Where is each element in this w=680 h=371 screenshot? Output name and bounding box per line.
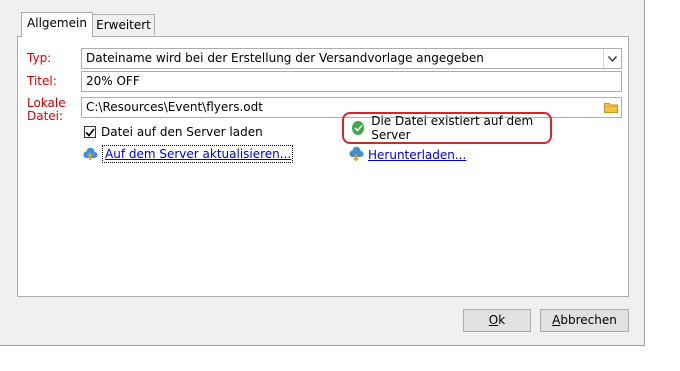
server-status-indicator: Die Datei existiert auf dem Server [342,112,552,144]
properties-dialog: Allgemein Erweitert Typ: Dateiname wird … [0,0,645,346]
tab-allgemein[interactable]: Allgemein [21,12,93,37]
type-select-value: Dateiname wird bei der Erstellung der Ve… [86,51,484,65]
cloud-upload-icon [82,146,98,162]
title-input[interactable]: 20% OFF [81,71,622,92]
checkbox-label: Datei auf den Server laden [101,125,263,139]
title-label: Titel: [27,74,57,88]
local-file-value: C:\Resources\Event\flyers.odt [86,100,263,114]
tab-erweitert[interactable]: Erweitert [92,14,155,35]
update-on-server-link[interactable]: Auf dem Server aktualisieren... [82,145,294,163]
checkbox-box[interactable] [84,126,96,138]
type-label: Typ: [27,51,52,65]
update-on-server-link-text[interactable]: Auf dem Server aktualisieren... [102,145,294,163]
check-circle-icon [352,121,365,135]
download-link-text[interactable]: Herunterladen... [368,148,466,162]
download-link[interactable]: Herunterladen... [348,147,466,163]
folder-icon[interactable] [600,98,621,117]
cancel-button[interactable]: Abbrechen [540,309,629,332]
ok-rest: k [498,313,506,327]
upload-to-server-checkbox[interactable]: Datei auf den Server laden [84,125,263,139]
type-select[interactable]: Dateiname wird bei der Erstellung der Ve… [81,48,622,69]
cancel-rest: bbrechen [560,313,617,327]
ok-button[interactable]: Ok [463,309,531,332]
cloud-download-icon [348,147,364,163]
ok-mnemonic: O [488,313,499,327]
chevron-down-icon[interactable] [603,49,621,68]
local-file-label-line2: Datei: [27,109,64,123]
server-status-text: Die Datei existiert auf dem Server [371,114,534,142]
